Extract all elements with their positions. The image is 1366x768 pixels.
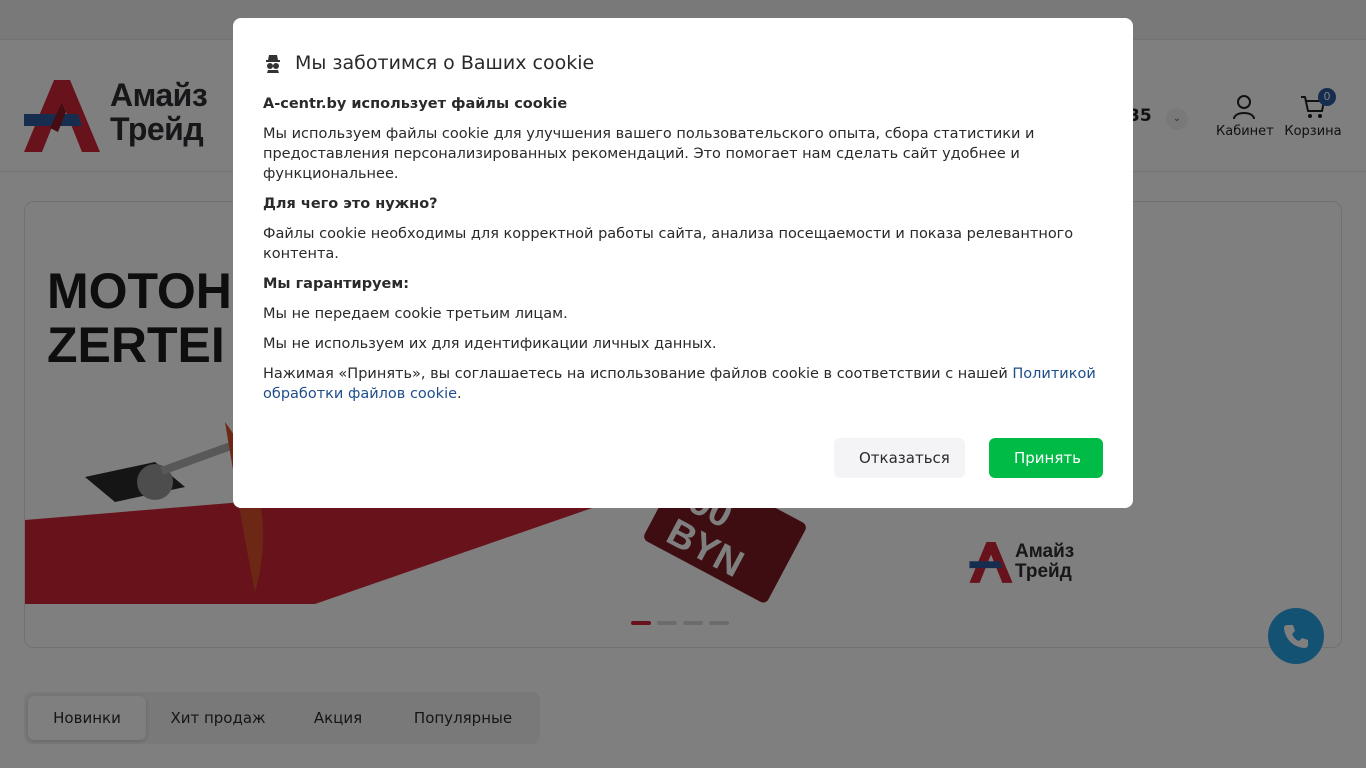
dialog-paragraph: Файлы cookie необходимы для корректной р… <box>263 226 1074 262</box>
cookie-consent-dialog: Мы заботимся о Ваших cookie A-centr.by и… <box>233 18 1133 508</box>
decline-button[interactable]: Отказаться <box>834 438 965 478</box>
guarantee-item: Мы не используем их для идентификации ли… <box>263 336 717 352</box>
accept-button[interactable]: Принять <box>989 438 1103 478</box>
dialog-body: A-centr.by использует файлы cookie Мы ис… <box>263 94 1103 404</box>
guarantee-item: Мы не передаем cookie третьим лицам. <box>263 306 568 322</box>
dialog-heading: Мы гарантируем: <box>263 276 410 292</box>
consent-paragraph: Нажимая «Принять», вы соглашаетесь на ис… <box>263 364 1103 404</box>
dialog-heading: A-centr.by использует файлы cookie <box>263 96 568 112</box>
dialog-heading: Для чего это нужно? <box>263 196 438 212</box>
dialog-paragraph: Мы используем файлы cookie для улучшения… <box>263 126 1035 182</box>
consent-suffix: . <box>457 386 462 402</box>
dialog-header: Мы заботимся о Ваших cookie <box>263 48 1103 78</box>
consent-text: Нажимая «Принять», вы соглашаетесь на ис… <box>263 366 1013 382</box>
cookie-icon <box>266 55 280 73</box>
dialog-title: Мы заботимся о Ваших cookie <box>295 52 595 74</box>
dialog-actions: Отказаться Принять <box>834 438 1103 478</box>
